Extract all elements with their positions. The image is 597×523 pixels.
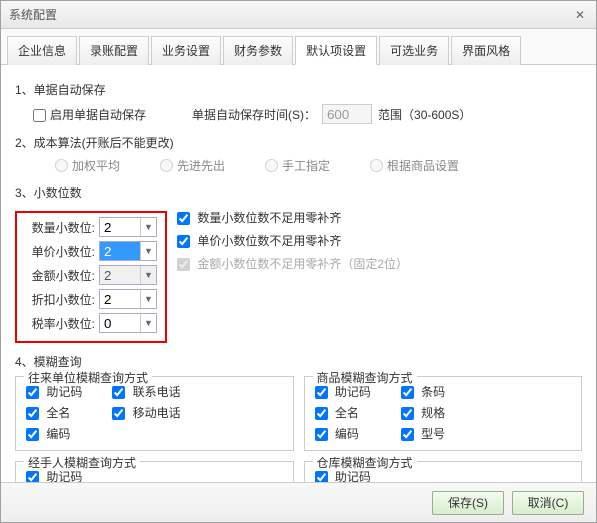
fuzzy-check[interactable]: 型号 <box>401 425 445 442</box>
cancel-button[interactable]: 取消(C) <box>512 491 584 515</box>
decimal-label-4: 税率小数位: <box>25 315 95 332</box>
decimal-combo-0[interactable]: ▼ <box>99 217 157 237</box>
fieldset: 经手人模糊查询方式 助记码 全名 编码 <box>15 461 294 482</box>
autosave-time-input[interactable] <box>322 104 372 124</box>
fuzzy-check[interactable]: 全名 <box>26 404 82 421</box>
fieldset-legend: 往来单位模糊查询方式 <box>24 369 152 386</box>
fieldset-legend: 经手人模糊查询方式 <box>24 454 140 471</box>
decimal-highlight-box: 数量小数位: ▼ 单价小数位: ▼ 金额小数位: ▼ 折扣小数位: ▼ 税率小数位: ▼ <box>15 211 167 343</box>
fuzzy-check[interactable]: 规格 <box>401 404 445 421</box>
section3-title: 3、小数位数 <box>15 184 582 201</box>
autosave-time-label: 单据自动保存时间(S)： <box>192 106 316 123</box>
decimal-check-1[interactable]: 单价小数位数不足用零补齐 <box>177 232 408 249</box>
decimal-label-1: 单价小数位: <box>25 243 95 260</box>
decimal-check-2: 金额小数位数不足用零补齐（固定2位） <box>177 255 408 272</box>
section2-title: 2、成本算法(开账后不能更改) <box>15 134 582 151</box>
section1-title: 1、单据自动保存 <box>15 81 582 98</box>
fieldset-legend: 商品模糊查询方式 <box>313 369 417 386</box>
window-title: 系统配置 <box>9 6 572 23</box>
fieldset: 商品模糊查询方式 助记码 全名 编码 条码 规格 型号 <box>304 376 583 451</box>
decimal-combo-4[interactable]: ▼ <box>99 313 157 333</box>
cost-algo-radio-1: 先进先出 <box>160 157 225 174</box>
chevron-down-icon: ▼ <box>140 266 156 284</box>
decimal-label-2: 金额小数位: <box>25 267 95 284</box>
tab-2[interactable]: 业务设置 <box>151 36 221 65</box>
chevron-down-icon: ▼ <box>140 290 156 308</box>
fuzzy-check[interactable]: 全名 <box>315 404 371 421</box>
close-icon[interactable]: ✕ <box>572 7 588 23</box>
tab-1[interactable]: 录账配置 <box>79 36 149 65</box>
decimal-combo-2: ▼ <box>99 265 157 285</box>
decimal-label-0: 数量小数位: <box>25 219 95 236</box>
fieldset: 仓库模糊查询方式 助记码 全名 编码 <box>304 461 583 482</box>
chevron-down-icon: ▼ <box>140 242 156 260</box>
cost-algo-radio-0: 加权平均 <box>55 157 120 174</box>
chevron-down-icon: ▼ <box>140 314 156 332</box>
tab-6[interactable]: 界面风格 <box>451 36 521 65</box>
fuzzy-check[interactable]: 编码 <box>26 425 82 442</box>
decimal-combo-3[interactable]: ▼ <box>99 289 157 309</box>
cost-algo-radio-2: 手工指定 <box>265 157 330 174</box>
cost-algo-radio-3: 根据商品设置 <box>370 157 459 174</box>
tab-5[interactable]: 可选业务 <box>379 36 449 65</box>
section4-title: 4、模糊查询 <box>15 353 582 370</box>
tab-4[interactable]: 默认项设置 <box>295 36 377 65</box>
tab-3[interactable]: 财务参数 <box>223 36 293 65</box>
decimal-combo-1[interactable]: ▼ <box>99 241 157 261</box>
decimal-check-0[interactable]: 数量小数位数不足用零补齐 <box>177 209 408 226</box>
save-button[interactable]: 保存(S) <box>432 491 504 515</box>
chevron-down-icon: ▼ <box>140 218 156 236</box>
fuzzy-check[interactable]: 编码 <box>315 425 371 442</box>
tab-0[interactable]: 企业信息 <box>7 36 77 65</box>
fieldset-legend: 仓库模糊查询方式 <box>313 454 417 471</box>
enable-autosave-checkbox[interactable]: 启用单据自动保存 <box>33 106 146 123</box>
fuzzy-check[interactable]: 移动电话 <box>112 404 180 421</box>
autosave-range-label: 范围（30-600S） <box>378 106 471 123</box>
fieldset: 往来单位模糊查询方式 助记码 全名 编码 联系电话 移动电话 <box>15 376 294 451</box>
decimal-label-3: 折扣小数位: <box>25 291 95 308</box>
